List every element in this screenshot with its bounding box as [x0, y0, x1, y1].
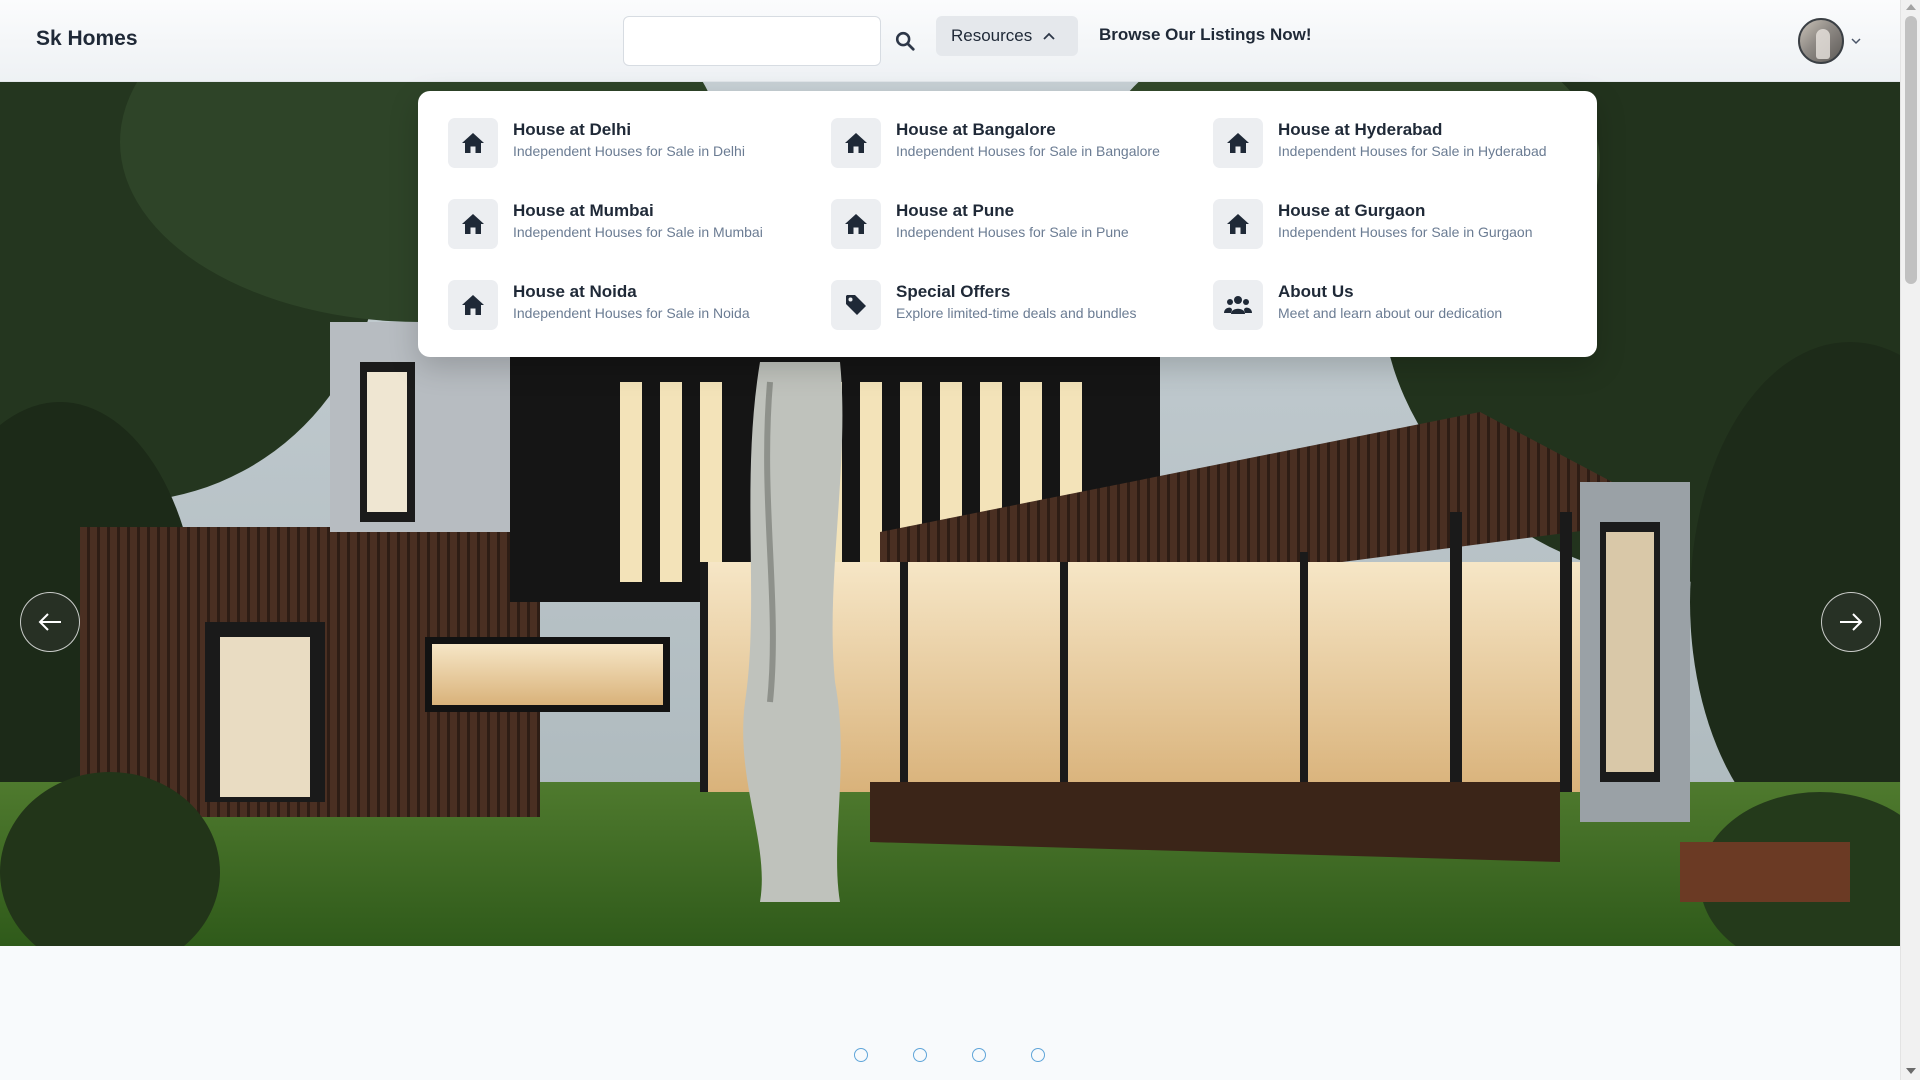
menu-item-description: Explore limited-time deals and bundles: [896, 305, 1137, 321]
menu-item-house-mumbai[interactable]: House at Mumbai Independent Houses for S…: [448, 199, 808, 259]
menu-item-description: Independent Houses for Sale in Noida: [513, 305, 750, 321]
chevron-up-icon: [1042, 31, 1056, 41]
page-scrollbar[interactable]: [1900, 0, 1920, 1080]
avatar[interactable]: [1798, 18, 1844, 64]
menu-item-title: About Us: [1278, 282, 1354, 301]
menu-item-description: Independent Houses for Sale in Pune: [896, 224, 1129, 240]
brand-logo[interactable]: Sk Homes: [36, 27, 138, 51]
menu-item-house-hyderabad[interactable]: House at Hyderabad Independent Houses fo…: [1213, 118, 1573, 178]
menu-item-house-gurgaon[interactable]: House at Gurgaon Independent Houses for …: [1213, 199, 1573, 259]
scroll-down-arrow-icon[interactable]: [1906, 1068, 1916, 1074]
menu-item-title: Special Offers: [896, 282, 1011, 301]
menu-item-title: House at Noida: [513, 282, 637, 301]
carousel-indicator-2[interactable]: [913, 1048, 927, 1062]
arrow-right-icon: [1840, 613, 1863, 631]
search-icon: [895, 31, 915, 51]
menu-item-description: Independent Houses for Sale in Bangalore: [896, 143, 1160, 159]
menu-item-description: Independent Houses for Sale in Delhi: [513, 143, 745, 159]
menu-item-house-bangalore[interactable]: House at Bangalore Independent Houses fo…: [831, 118, 1191, 178]
carousel-indicator-1[interactable]: [854, 1048, 868, 1062]
scrollbar-thumb[interactable]: [1905, 16, 1917, 284]
resources-label: Resources: [951, 26, 1033, 45]
arrow-left-icon: [38, 613, 61, 631]
menu-item-title: House at Gurgaon: [1278, 201, 1426, 220]
menu-item-title: House at Mumbai: [513, 201, 654, 220]
menu-item-description: Independent Houses for Sale in Hyderabad: [1278, 143, 1547, 159]
menu-item-house-noida[interactable]: House at Noida Independent Houses for Sa…: [448, 280, 808, 340]
house-icon: [831, 199, 881, 249]
menu-item-about-us[interactable]: About Us Meet and learn about our dedica…: [1213, 280, 1573, 340]
scroll-up-arrow-icon[interactable]: [1906, 4, 1916, 10]
carousel-indicator-4[interactable]: [1031, 1048, 1045, 1062]
carousel-indicators: [854, 1048, 1045, 1062]
house-icon: [448, 118, 498, 168]
chevron-down-icon: [1850, 37, 1862, 45]
search-button[interactable]: [890, 26, 920, 56]
carousel-next-button[interactable]: [1821, 592, 1881, 652]
menu-item-title: House at Pune: [896, 201, 1015, 220]
menu-item-house-pune[interactable]: House at Pune Independent Houses for Sal…: [831, 199, 1191, 259]
menu-item-house-delhi[interactable]: House at Delhi Independent Houses for Sa…: [448, 118, 808, 178]
menu-item-special-offers[interactable]: Special Offers Explore limited-time deal…: [831, 280, 1191, 340]
carousel-indicator-3[interactable]: [972, 1048, 986, 1062]
browse-listings-link[interactable]: Browse Our Listings Now!: [1099, 25, 1312, 45]
menu-item-title: House at Delhi: [513, 120, 632, 139]
menu-item-description: Independent Houses for Sale in Mumbai: [513, 224, 763, 240]
navbar: Sk Homes Resources Browse Our Listings N…: [0, 0, 1900, 82]
menu-item-title: House at Bangalore: [896, 120, 1056, 139]
tag-icon: [831, 280, 881, 330]
resources-dropdown-button[interactable]: Resources: [936, 16, 1078, 56]
house-icon: [448, 199, 498, 249]
house-icon: [1213, 199, 1263, 249]
search-input[interactable]: [623, 16, 881, 66]
menu-item-description: Meet and learn about our dedication: [1278, 305, 1503, 321]
house-icon: [448, 280, 498, 330]
user-menu[interactable]: [1798, 18, 1862, 64]
house-icon: [1213, 118, 1263, 168]
users-icon: [1213, 280, 1263, 330]
house-icon: [831, 118, 881, 168]
menu-item-title: House at Hyderabad: [1278, 120, 1443, 139]
carousel-prev-button[interactable]: [20, 592, 80, 652]
menu-item-description: Independent Houses for Sale in Gurgaon: [1278, 224, 1533, 240]
resources-dropdown-menu: House at Delhi Independent Houses for Sa…: [418, 91, 1597, 357]
